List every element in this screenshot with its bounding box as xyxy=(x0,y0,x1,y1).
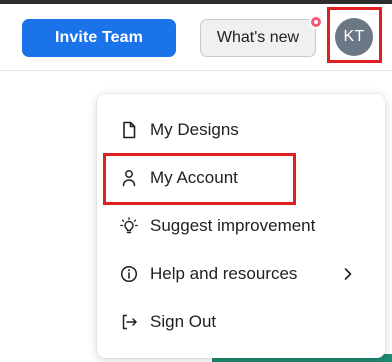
chevron-right-icon xyxy=(339,265,357,283)
avatar-highlight-box xyxy=(327,7,382,63)
menu-item-label: Sign Out xyxy=(150,312,217,331)
menu-item-help-and-resources[interactable]: Help and resources xyxy=(97,250,385,298)
info-icon xyxy=(120,265,138,283)
notification-dot xyxy=(309,15,323,29)
account-dropdown-menu: My Designs My Account Suggest improvemen… xyxy=(97,94,385,358)
lightbulb-icon xyxy=(120,217,138,235)
menu-item-label: My Designs xyxy=(150,120,239,139)
menu-item-label: My Account xyxy=(150,168,238,187)
menu-item-label: Help and resources xyxy=(150,264,298,283)
menu-item-sign-out[interactable]: Sign Out xyxy=(97,298,385,346)
invite-team-button[interactable]: Invite Team xyxy=(22,19,176,57)
sign-out-icon xyxy=(120,313,138,331)
whats-new-button[interactable]: What's new xyxy=(200,19,316,57)
user-icon xyxy=(120,169,138,187)
app-window: Invite Team What's new KT My Designs My … xyxy=(0,0,392,362)
menu-item-my-designs[interactable]: My Designs xyxy=(97,106,385,154)
document-icon xyxy=(120,121,138,139)
menu-item-suggest-improvement[interactable]: Suggest improvement xyxy=(97,202,385,250)
menu-item-my-account[interactable]: My Account xyxy=(97,154,385,202)
menu-item-label: Suggest improvement xyxy=(150,216,316,235)
